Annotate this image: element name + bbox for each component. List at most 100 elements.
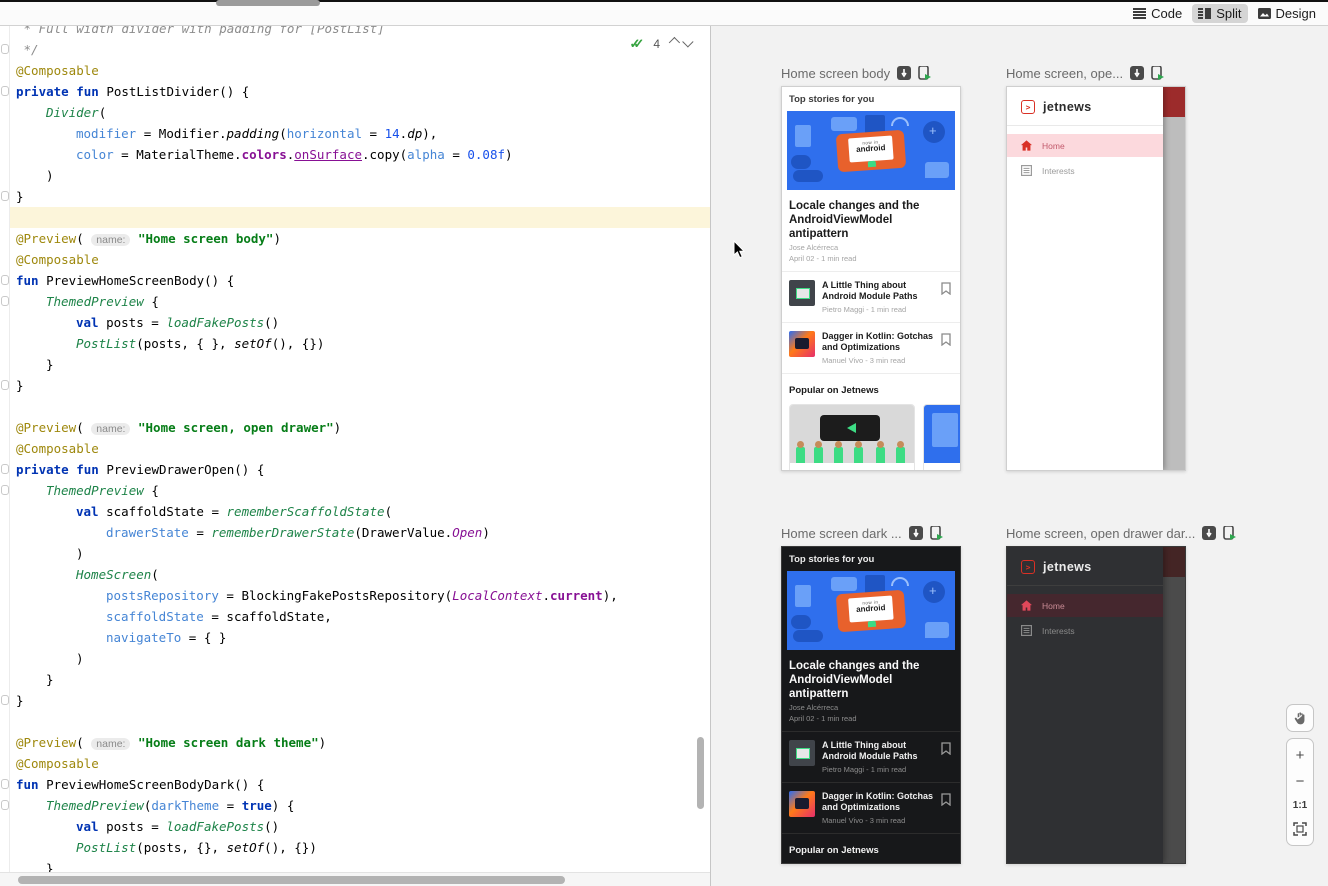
code-line[interactable]: private fun PostListDivider() {: [0, 81, 710, 102]
tab-bar-scrollbar[interactable]: [216, 0, 320, 6]
fold-marker[interactable]: [1, 485, 9, 495]
editor-vertical-scrollbar[interactable]: [697, 737, 704, 809]
drawer-item-home[interactable]: Home: [1007, 134, 1163, 157]
run-preview-icon[interactable]: [1223, 526, 1237, 540]
code-line[interactable]: */: [0, 39, 710, 60]
code-line[interactable]: }: [0, 669, 710, 690]
code-line[interactable]: ): [0, 165, 710, 186]
post-title[interactable]: Locale changes and the AndroidViewModel …: [789, 199, 953, 241]
post-author: Jose Alcérreca: [789, 243, 953, 252]
code-line[interactable]: val scaffoldState = rememberScaffoldStat…: [0, 501, 710, 522]
code-line[interactable]: @Preview( name: "Home screen, open drawe…: [0, 417, 710, 438]
code-line[interactable]: Divider(: [0, 102, 710, 123]
navigation-drawer[interactable]: > jetnews Home Interests: [1007, 547, 1163, 863]
code-line[interactable]: ): [0, 543, 710, 564]
editor-horizontal-scrollbar[interactable]: [0, 872, 710, 886]
fold-marker[interactable]: [1, 779, 9, 789]
editor-gutter[interactable]: [0, 2, 10, 886]
drawer-item-interests[interactable]: Interests: [1007, 159, 1163, 182]
code-line[interactable]: color = MaterialTheme.colors.onSurface.c…: [0, 144, 710, 165]
preview-home-screen-dark[interactable]: Top stories for you now inandroid Locale…: [781, 546, 961, 864]
zoom-out-button[interactable]: −: [1296, 774, 1305, 789]
popular-card[interactable]: Locale changes and the AndroidViewModel …: [923, 404, 961, 471]
preview-title: Home screen, ope...: [1006, 66, 1123, 81]
horizontal-scrollbar-thumb[interactable]: [18, 876, 565, 884]
code-line[interactable]: private fun PreviewDrawerOpen() {: [0, 459, 710, 480]
code-line[interactable]: HomeScreen(: [0, 564, 710, 585]
code-line[interactable]: val posts = loadFakePosts(): [0, 312, 710, 333]
split-mode-button[interactable]: Split: [1192, 4, 1247, 23]
bookmark-icon[interactable]: [941, 793, 951, 806]
code-line[interactable]: @Composable: [0, 249, 710, 270]
code-line[interactable]: ThemedPreview {: [0, 480, 710, 501]
code-line[interactable]: fun PreviewHomeScreenBody() {: [0, 270, 710, 291]
post-row[interactable]: A Little Thing about Android Module Path…: [782, 732, 960, 774]
code-line[interactable]: @Preview( name: "Home screen dark theme"…: [0, 732, 710, 753]
interactive-preview-icon[interactable]: [897, 66, 911, 80]
fold-marker[interactable]: [1, 695, 9, 705]
fold-marker[interactable]: [1, 380, 9, 390]
preview-home-screen-open-drawer[interactable]: > jetnews Home Interests: [1006, 86, 1186, 471]
fold-marker[interactable]: [1, 464, 9, 474]
drawer-item-interests[interactable]: Interests: [1007, 619, 1163, 642]
post-row[interactable]: Dagger in Kotlin: Gotchas and Optimizati…: [782, 783, 960, 825]
design-mode-button[interactable]: Design: [1252, 4, 1322, 23]
code-line[interactable]: @Composable: [0, 438, 710, 459]
code-line[interactable]: val posts = loadFakePosts(): [0, 816, 710, 837]
inspection-widget[interactable]: ✓✓ 4: [630, 36, 694, 52]
code-line[interactable]: postsRepository = BlockingFakePostsRepos…: [0, 585, 710, 606]
post-row[interactable]: Dagger in Kotlin: Gotchas and Optimizati…: [782, 323, 960, 365]
run-preview-icon[interactable]: [1151, 66, 1165, 80]
code-line[interactable]: scaffoldState = scaffoldState,: [0, 606, 710, 627]
run-preview-icon[interactable]: [930, 526, 944, 540]
bookmark-icon[interactable]: [941, 333, 951, 346]
interactive-preview-icon[interactable]: [909, 526, 923, 540]
zoom-in-button[interactable]: +: [1296, 748, 1305, 763]
run-preview-icon[interactable]: [918, 66, 932, 80]
fold-marker[interactable]: [1, 275, 9, 285]
fold-marker[interactable]: [1, 44, 9, 54]
fold-marker[interactable]: [1, 191, 9, 201]
code-line[interactable]: PostList(posts, { }, setOf(), {}): [0, 333, 710, 354]
code-line[interactable]: @Composable: [0, 60, 710, 81]
navigation-drawer[interactable]: > jetnews Home Interests: [1007, 87, 1163, 470]
code-line[interactable]: @Preview( name: "Home screen body"): [0, 228, 710, 249]
zoom-actual-size-button[interactable]: 1:1: [1293, 800, 1307, 811]
code-line[interactable]: }: [0, 375, 710, 396]
code-mode-button[interactable]: Code: [1127, 4, 1188, 23]
pan-tool-button[interactable]: [1286, 704, 1314, 732]
code-line[interactable]: fun PreviewHomeScreenBodyDark() {: [0, 774, 710, 795]
fold-marker[interactable]: [1, 800, 9, 810]
preview-home-screen-open-drawer-dark[interactable]: > jetnews Home Interests: [1006, 546, 1186, 864]
previous-issue-icon[interactable]: [669, 37, 680, 48]
code-line[interactable]: }: [0, 354, 710, 375]
code-line[interactable]: navigateTo = { }: [0, 627, 710, 648]
drawer-item-home[interactable]: Home: [1007, 594, 1163, 617]
code-editor[interactable]: * Full width divider with padding for [P…: [0, 2, 710, 886]
code-line[interactable]: @Composable: [0, 753, 710, 774]
preview-home-screen-body[interactable]: Top stories for you now inandroid Locale…: [781, 86, 961, 471]
popular-carousel[interactable]: From Java Programming Langua... Florina …: [789, 404, 960, 471]
code-line[interactable]: ThemedPreview {: [0, 291, 710, 312]
popular-card[interactable]: From Java Programming Langua... Florina …: [789, 404, 915, 471]
post-title[interactable]: Locale changes and the AndroidViewModel …: [789, 659, 953, 701]
code-line[interactable]: }: [0, 690, 710, 711]
code-line[interactable]: modifier = Modifier.padding(horizontal =…: [0, 123, 710, 144]
code-line[interactable]: [0, 207, 710, 228]
code-line[interactable]: drawerState = rememberDrawerState(Drawer…: [0, 522, 710, 543]
code-line[interactable]: ThemedPreview(darkTheme = true) {: [0, 795, 710, 816]
zoom-to-fit-icon[interactable]: [1293, 822, 1307, 836]
code-line[interactable]: }: [0, 186, 710, 207]
code-line[interactable]: [0, 396, 710, 417]
code-line[interactable]: [0, 711, 710, 732]
fold-marker[interactable]: [1, 86, 9, 96]
bookmark-icon[interactable]: [941, 742, 951, 755]
code-line[interactable]: ): [0, 648, 710, 669]
interactive-preview-icon[interactable]: [1130, 66, 1144, 80]
code-line[interactable]: PostList(posts, {}, setOf(), {}): [0, 837, 710, 858]
post-row[interactable]: A Little Thing about Android Module Path…: [782, 272, 960, 314]
fold-marker[interactable]: [1, 296, 9, 306]
interactive-preview-icon[interactable]: [1202, 526, 1216, 540]
next-issue-icon[interactable]: [682, 36, 693, 47]
bookmark-icon[interactable]: [941, 282, 951, 295]
